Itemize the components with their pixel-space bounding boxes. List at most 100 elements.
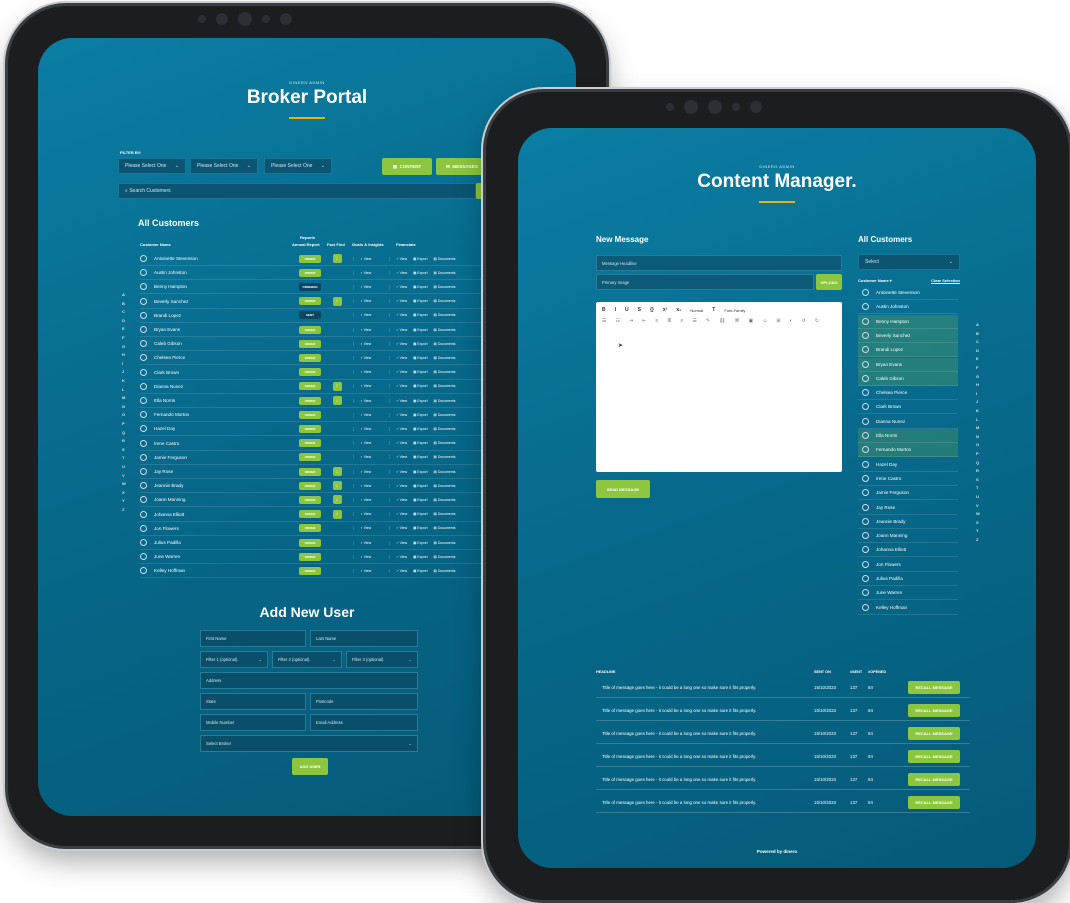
alphabet-letter[interactable]: T [122, 455, 124, 460]
toolbar-item[interactable]: {} [650, 307, 654, 313]
documents-link[interactable]: ▤ Documents [434, 512, 456, 516]
customer-name[interactable]: Jay Rose [154, 469, 299, 474]
filter-select[interactable]: Please Select One ⌄ [190, 158, 258, 174]
customer-name[interactable]: Joann Manning [154, 497, 299, 502]
alphabet-letter[interactable]: C [976, 339, 979, 344]
alphabet-letter[interactable]: I [976, 391, 977, 396]
alphabet-letter[interactable]: B [976, 331, 979, 336]
alphabet-letter[interactable]: C [122, 309, 125, 314]
goals-view-link[interactable]: ♀ View [353, 355, 389, 360]
alphabet-letter[interactable]: S [122, 447, 125, 452]
alphabet-letter[interactable]: U [976, 494, 979, 499]
export-link[interactable]: ▦ Export [413, 541, 427, 545]
rich-text-editor[interactable]: B I U S {} x² x₂ Normal T Font-Family ☰ ☷ ⇥ ⇤ ≡ ≣ ≡ ☰ ✎ ⛓ ⌘… [596, 302, 842, 472]
goals-view-link[interactable]: ♀ View [353, 284, 389, 289]
customer-list-item[interactable]: Joann Manning [858, 529, 958, 544]
documents-link[interactable]: ▤ Documents [434, 399, 456, 403]
export-link[interactable]: ▦ Export [413, 313, 427, 317]
toolbar-item[interactable]: x₂ [676, 307, 681, 313]
export-link[interactable]: ▦ Export [413, 285, 427, 289]
goals-view-link[interactable]: ♀ View [353, 540, 389, 545]
export-link[interactable]: ▦ Export [413, 512, 427, 516]
customer-name[interactable]: Austin Johnston [154, 270, 299, 275]
customer-list-item[interactable]: Kelley Hoffman [858, 601, 958, 615]
alphabet-letter[interactable]: K [122, 378, 125, 383]
justify-icon[interactable]: ☰ [692, 318, 696, 324]
goals-view-link[interactable]: ♀ View [353, 469, 389, 474]
goals-view-link[interactable]: ♀ View [353, 497, 389, 502]
undo-icon[interactable]: ↺ [802, 318, 806, 324]
customer-name[interactable]: Hazel Day [154, 426, 299, 431]
download-icon[interactable]: ↓ [332, 467, 342, 476]
documents-link[interactable]: ▤ Documents [434, 498, 456, 502]
view-link[interactable]: ♂ View [396, 427, 407, 431]
alphabet-letter[interactable]: A [976, 322, 979, 327]
toolbar-item[interactable]: Font-Family [724, 308, 745, 313]
alphabet-letter[interactable]: Q [122, 430, 125, 435]
alphabet-letter[interactable]: W [122, 481, 126, 486]
documents-link[interactable]: ▤ Documents [434, 441, 456, 445]
alphabet-letter[interactable]: H [122, 352, 125, 357]
customer-list-item[interactable]: Bryan Evans [858, 357, 958, 372]
table-icon[interactable]: ⊞ [776, 318, 780, 324]
view-link[interactable]: ♂ View [396, 512, 407, 516]
goals-view-link[interactable]: ♀ View [353, 568, 389, 573]
documents-link[interactable]: ▤ Documents [434, 356, 456, 360]
customer-name[interactable]: Jamie Ferguson [154, 455, 299, 460]
goals-view-link[interactable]: ♀ View [353, 526, 389, 531]
toolbar-item[interactable]: Normal [690, 308, 703, 313]
alphabet-letter[interactable]: H [976, 382, 979, 387]
order-button[interactable]: ORDER [299, 382, 321, 391]
customer-list-item[interactable]: Antoinette Stevenson [858, 286, 958, 300]
export-link[interactable]: ▦ Export [413, 413, 427, 417]
order-button[interactable]: ORDER [299, 410, 321, 419]
alphabet-letter[interactable]: V [976, 503, 979, 508]
view-link[interactable]: ♂ View [396, 526, 407, 530]
customer-name-header[interactable]: Customer Name ▾ [858, 278, 892, 283]
customer-list-item[interactable]: Clark Brown [858, 400, 958, 415]
order-button[interactable]: ORDER [299, 325, 321, 334]
first-name-field[interactable]: First Name [200, 630, 306, 647]
goals-view-link[interactable]: ♀ View [353, 398, 389, 403]
documents-link[interactable]: ▤ Documents [434, 328, 456, 332]
customer-name[interactable]: Bryan Evans [154, 327, 299, 332]
order-button[interactable]: ORDER [299, 353, 321, 362]
view-link[interactable]: ♂ View [396, 370, 407, 374]
alphabet-letter[interactable]: B [122, 301, 125, 306]
content-button[interactable]: ▤ CONTENT [382, 158, 432, 175]
export-link[interactable]: ▦ Export [413, 498, 427, 502]
customer-list-item[interactable]: Austin Johnston [858, 300, 958, 315]
image-icon[interactable]: ▣ [748, 318, 753, 324]
mobile-field[interactable]: Mobile Number [200, 714, 306, 731]
customer-name[interactable]: Kelley Hoffman [154, 568, 299, 573]
align-center-icon[interactable]: ≣ [667, 318, 671, 324]
export-link[interactable]: ▦ Export [413, 555, 427, 559]
export-link[interactable]: ▦ Export [413, 470, 427, 474]
download-icon[interactable]: ↓ [332, 254, 342, 263]
filter3-select[interactable]: Filter 3 (optional) ⌄ [346, 651, 418, 668]
download-icon[interactable]: ↓ [332, 381, 342, 391]
postcode-field[interactable]: Postcode [310, 693, 418, 710]
goals-view-link[interactable]: ♀ View [353, 384, 389, 389]
alphabet-letter[interactable]: R [122, 438, 125, 443]
view-link[interactable]: ♂ View [396, 484, 407, 488]
goals-view-link[interactable]: ♀ View [353, 270, 389, 275]
export-link[interactable]: ▦ Export [413, 299, 427, 303]
alphabet-letter[interactable]: A [122, 292, 125, 297]
last-name-field[interactable]: Last Name [310, 630, 418, 647]
list-icon[interactable]: ☷ [615, 318, 619, 324]
view-link[interactable]: ♂ View [396, 555, 407, 559]
customer-list-item[interactable]: Jamie Ferguson [858, 486, 958, 501]
link-icon[interactable]: ⛓ [719, 318, 725, 324]
customer-list-item[interactable]: Fernando Morton [858, 443, 958, 458]
documents-link[interactable]: ▤ Documents [434, 541, 456, 545]
customer-name[interactable]: Ella Norris [154, 398, 299, 403]
export-link[interactable]: ▦ Export [413, 271, 427, 275]
customer-list-item[interactable]: Dianna Nunez [858, 415, 958, 429]
goals-view-link[interactable]: ♀ View [353, 512, 389, 517]
alphabet-letter[interactable]: J [976, 399, 978, 404]
alphabet-letter[interactable]: F [122, 335, 124, 340]
filter-select[interactable]: Please Select One ⌄ [264, 158, 332, 174]
goals-view-link[interactable]: ♀ View [353, 441, 389, 446]
customer-list-item[interactable]: Ella Norris [858, 429, 958, 443]
